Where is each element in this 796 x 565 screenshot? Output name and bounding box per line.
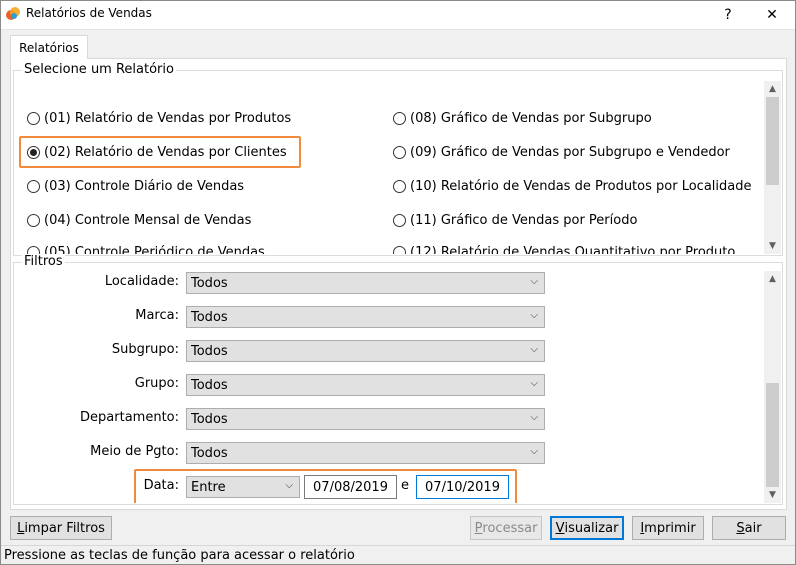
radio-circle[interactable]: [393, 246, 406, 254]
accel-key: L: [17, 520, 25, 536]
report-option-02[interactable]: (02) Relatório de Vendas por Clientes: [27, 145, 287, 160]
report-option-05[interactable]: (05) Controle Periódico de Vendas: [27, 245, 265, 254]
report-option-label: (02) Relatório de Vendas por Clientes: [44, 145, 287, 160]
exit-button[interactable]: Sair: [712, 516, 786, 540]
select-value: Todos: [191, 377, 228, 393]
radio-circle[interactable]: [393, 112, 406, 125]
report-group-label: Selecione um Relatório: [22, 62, 176, 77]
chevron-down-icon: ⌵: [530, 276, 538, 287]
report-option-label: (11) Gráfico de Vendas por Período: [410, 213, 638, 228]
report-option-08[interactable]: (08) Gráfico de Vendas por Subgrupo: [393, 111, 652, 126]
filters-list: Localidade: Todos ⌵ Marca: Todos ⌵ Subgr…: [15, 271, 764, 503]
date-mode-select[interactable]: Entre ⌵: [186, 476, 300, 498]
report-option-label: (10) Relatório de Vendas de Produtos por…: [410, 179, 752, 194]
radio-circle[interactable]: [393, 146, 406, 159]
print-button[interactable]: Imprimir: [632, 516, 704, 540]
chevron-down-icon: ⌵: [530, 310, 538, 321]
button-label: isualizar: [564, 520, 619, 536]
filter-select-marca[interactable]: Todos ⌵: [186, 306, 545, 328]
tab-relatorios[interactable]: Relatórios: [10, 35, 88, 59]
help-button[interactable]: ?: [706, 0, 750, 29]
filter-select-departamento[interactable]: Todos ⌵: [186, 408, 545, 430]
select-value: Todos: [191, 309, 228, 325]
chevron-down-icon: ⌵: [530, 412, 538, 423]
filter-select-localidade[interactable]: Todos ⌵: [186, 272, 545, 294]
chevron-down-icon: ⌵: [530, 446, 538, 457]
filters-scrollbar[interactable]: ▲ ▼: [764, 271, 781, 503]
filter-label-departamento: Departamento:: [80, 410, 179, 425]
report-option-label: (05) Controle Periódico de Vendas: [44, 245, 265, 254]
report-group: Selecione um Relatório (01) Relatório de…: [13, 62, 783, 256]
filter-label-meio-pgto: Meio de Pgto:: [90, 444, 179, 459]
chevron-down-icon: ⌵: [285, 480, 293, 491]
scroll-down-icon[interactable]: ▼: [764, 487, 781, 503]
scroll-thumb[interactable]: [766, 383, 779, 487]
chevron-down-icon: ⌵: [530, 378, 538, 389]
report-option-03[interactable]: (03) Controle Diário de Vendas: [27, 179, 244, 194]
filter-label-localidade: Localidade:: [104, 274, 179, 289]
button-label: rocessar: [482, 520, 538, 536]
close-button[interactable]: ✕: [750, 0, 794, 29]
scroll-up-icon[interactable]: ▲: [764, 81, 781, 97]
report-option-01[interactable]: (01) Relatório de Vendas por Produtos: [27, 111, 291, 126]
title-bar: Relatórios de Vendas ? ✕: [0, 0, 796, 30]
report-option-label: (03) Controle Diário de Vendas: [44, 179, 245, 194]
date-end-input[interactable]: 07/10/2019: [416, 475, 509, 499]
radio-circle[interactable]: [393, 180, 406, 193]
radio-circle[interactable]: [27, 214, 40, 227]
process-button[interactable]: Processar: [470, 516, 542, 540]
report-option-label: (01) Relatório de Vendas por Produtos: [44, 111, 292, 126]
report-option-04[interactable]: (04) Controle Mensal de Vendas: [27, 213, 251, 228]
filters-group-label: Filtros: [22, 254, 65, 269]
report-option-10[interactable]: (10) Relatório de Vendas de Produtos por…: [393, 179, 751, 194]
date-connector: e: [401, 478, 409, 493]
button-label: impar Filtros: [24, 520, 105, 536]
report-option-label: (08) Gráfico de Vendas por Subgrupo: [410, 111, 652, 126]
report-option-11[interactable]: (11) Gráfico de Vendas por Período: [393, 213, 637, 228]
select-value: Todos: [191, 275, 228, 291]
window-title: Relatórios de Vendas: [26, 6, 152, 20]
select-value: Todos: [191, 445, 228, 461]
filters-group: Filtros Localidade: Todos ⌵ Marca: Todos…: [13, 254, 783, 505]
scroll-thumb[interactable]: [766, 97, 779, 185]
date-start-input[interactable]: 07/08/2019: [304, 475, 397, 499]
app-icon: [6, 7, 20, 20]
status-text: Pressione as teclas de função para acess…: [4, 548, 355, 563]
scroll-up-icon[interactable]: ▲: [764, 271, 781, 287]
view-button[interactable]: Visualizar: [550, 516, 624, 540]
scroll-down-icon[interactable]: ▼: [764, 238, 781, 254]
filter-label-marca: Marca:: [135, 308, 179, 323]
report-option-12[interactable]: (12) Relatório de Vendas Quantitativo po…: [393, 245, 735, 254]
filter-select-subgrupo[interactable]: Todos ⌵: [186, 340, 545, 362]
filter-label-subgrupo: Subgrupo:: [111, 342, 179, 357]
radio-circle[interactable]: [27, 112, 40, 125]
radio-circle-selected[interactable]: [27, 146, 40, 159]
accel-key: S: [736, 520, 745, 536]
filter-select-grupo[interactable]: Todos ⌵: [186, 374, 545, 396]
filter-label-data: Data:: [143, 478, 179, 493]
report-list: (01) Relatório de Vendas por Produtos (0…: [15, 81, 764, 254]
select-value: Entre: [191, 479, 226, 495]
report-scrollbar[interactable]: ▲ ▼: [764, 81, 781, 254]
button-label: air: [744, 520, 762, 536]
accel-key: P: [474, 520, 483, 536]
report-option-label: (12) Relatório de Vendas Quantitativo po…: [410, 245, 736, 254]
select-value: Todos: [191, 411, 228, 427]
filter-select-meio-pgto[interactable]: Todos ⌵: [186, 442, 545, 464]
report-option-label: (04) Controle Mensal de Vendas: [44, 213, 252, 228]
radio-circle[interactable]: [393, 214, 406, 227]
filter-label-grupo: Grupo:: [134, 376, 179, 391]
select-value: Todos: [191, 343, 228, 359]
report-option-label: (09) Gráfico de Vendas por Subgrupo e Ve…: [410, 145, 730, 160]
button-label: mprimir: [644, 520, 696, 536]
chevron-down-icon: ⌵: [530, 344, 538, 355]
radio-circle[interactable]: [27, 180, 40, 193]
accel-key: V: [555, 520, 565, 536]
report-option-09[interactable]: (09) Gráfico de Vendas por Subgrupo e Ve…: [393, 145, 730, 160]
clear-filters-button[interactable]: Limpar Filtros: [10, 516, 112, 540]
radio-circle[interactable]: [27, 246, 40, 254]
status-bar: Pressione as teclas de função para acess…: [0, 545, 796, 565]
